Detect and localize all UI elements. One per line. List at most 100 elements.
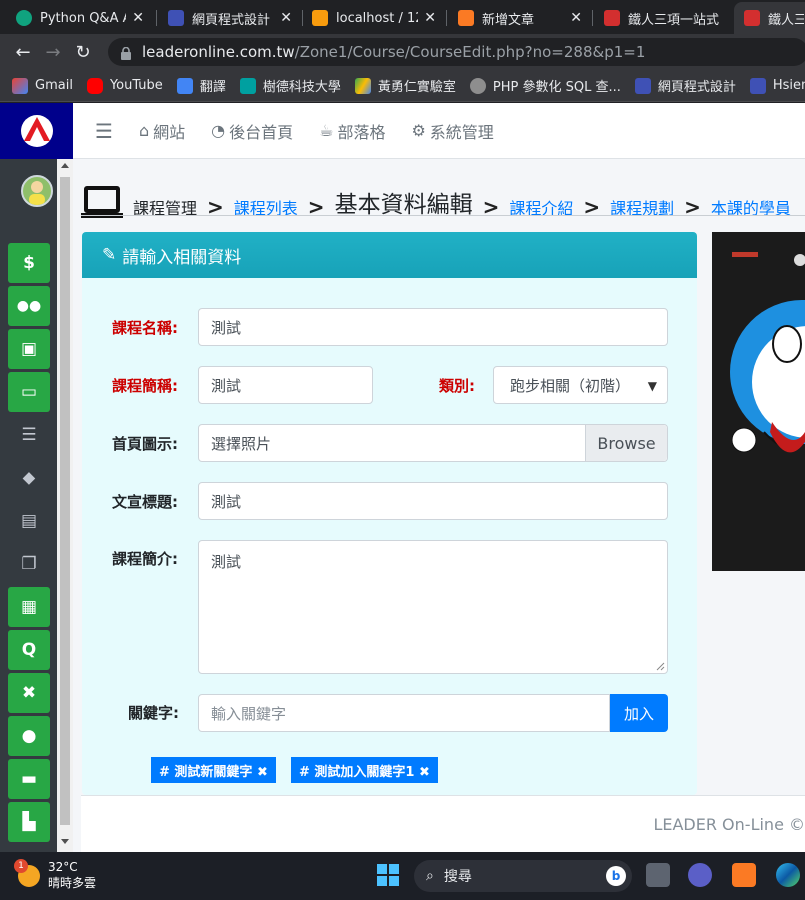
sidebar-item-money[interactable]: ▤ [8,501,50,541]
course-short-name-label: 課程簡稱: [112,377,178,395]
course-name-label: 課程名稱: [112,319,178,337]
sidebar-item-teachers[interactable]: ▣ [8,329,50,369]
weather-sun-icon: 1 [14,858,40,887]
tools-icon: ✖ [21,683,37,703]
nav-dashboard[interactable]: ◔ 後台首頁 [211,119,293,143]
resize-handle-icon[interactable] [655,661,665,671]
bookmark-label: 網頁程式設計 [657,80,736,95]
sidebar-item-courses[interactable]: ▭ [8,372,50,412]
bookmark-label: 黃勇仁實驗室 [377,80,456,95]
reload-icon[interactable]: ↻ [68,42,98,63]
bed-icon: ▙ [22,812,36,832]
tab-python-qa[interactable]: Python Q&A A ✕ [6,2,154,34]
nav-site[interactable]: ⌂ 網站 [139,119,185,143]
avatar[interactable] [21,175,53,207]
gmail-icon [12,77,28,94]
course-intro-textarea[interactable]: 測試 [198,540,668,674]
promo-title-input[interactable]: 測試 [198,482,668,520]
scroll-down-icon[interactable] [61,839,69,844]
sidebar-item-list[interactable]: ☰ [8,415,50,455]
tab-new-article[interactable]: 新增文章 ✕ [448,2,592,34]
forward-icon[interactable]: → [38,42,68,63]
keyword-tag[interactable]: # 測試新關鍵字 ✖ [151,757,276,783]
weather-widget[interactable]: 1 32°C 晴時多雲 [14,858,96,891]
teams-icon[interactable] [688,863,712,887]
scroll-up-icon[interactable] [61,163,69,168]
cogs-icon: ⚙ [411,121,426,140]
keyword-tag-label: # 測試新關鍵字 ✖ [159,764,268,780]
tab-triathlon-active[interactable]: 鐵人三 [734,2,805,34]
sidebar-item-tags[interactable]: ⬥ [8,458,50,498]
task-view-icon[interactable] [646,863,670,887]
close-icon[interactable]: ✕ [132,10,144,26]
footer-copyright: LEADER On-Line © [653,814,805,834]
bookmark-php-sql[interactable]: PHP 參數化 SQL 查... [469,76,621,95]
sidebar-item-qa[interactable]: Q [8,630,50,670]
tab-web-design[interactable]: 網頁程式設計 - ✕ [158,2,302,34]
sidebar-item-clone[interactable]: ❐ [8,544,50,584]
nav-system[interactable]: ⚙ 系統管理 [411,119,493,143]
bing-icon[interactable]: b [606,866,626,886]
site-logo[interactable] [0,103,73,159]
windows-start-icon[interactable] [376,863,400,887]
url-path: /Zone1/Course/CourseEdit.php?no=288&p1=1 [294,43,646,61]
scrollbar-thumb[interactable] [60,177,70,825]
breadcrumb: 課程管理 > 課程列表 > 基本資料編輯 > 課程介紹 > 課程規劃 > 本課的… [81,173,805,219]
course-short-name-input[interactable]: 測試 [198,366,373,404]
promo-title-label: 文宣標題: [112,493,178,511]
tab-triathlon[interactable]: 鐵人三項一站式 [594,2,734,34]
bookmark-hsien[interactable]: Hsien Wo [749,77,805,94]
sidebar-item-lodging[interactable]: ▙ [8,802,50,842]
sidebar-item-location[interactable]: ● [8,716,50,756]
tab-label: 鐵人三 [768,12,804,28]
keyword-input[interactable]: 輸入關鍵字 [198,694,610,732]
divider [81,215,805,216]
category-select[interactable]: 跑步相關（初階） ▼ [493,366,668,404]
keyword-tag[interactable]: # 測試加入關鍵字1 ✖ [291,757,438,783]
close-icon[interactable]: ✕ [424,10,436,26]
taskbar-search[interactable]: ⌕ 搜尋 b [414,860,632,892]
tab-label: 新增文章 [482,12,535,28]
edge-icon[interactable] [776,863,800,887]
windows-taskbar: 1 32°C 晴時多雲 ⌕ 搜尋 b [0,852,805,900]
image-file-input[interactable]: 選擇照片 Browse [198,424,668,462]
bookmark-stu[interactable]: 樹德科技大學 [239,76,341,95]
bookmark-web-design[interactable]: 網頁程式設計 [634,76,736,95]
sidebar-item-transport[interactable]: ▬ [8,759,50,799]
xampp-icon[interactable] [732,863,756,887]
users-icon: ●● [16,298,42,314]
card-header: ✎ 請輸入相關資料 [82,232,697,278]
sidebar-item-invoice[interactable]: $ [8,243,50,283]
nav-blog[interactable]: ☕ 部落格 [319,119,385,143]
page: ☰ ⌂ 網站 ◔ 後台首頁 ☕ 部落格 ⚙ 系統管理 $ ●● ▣ ▭ ☰ ⬥ … [0,103,805,852]
image-file-placeholder: 選擇照片 [211,434,272,453]
bookmark-label: Gmail [35,78,73,93]
hamburger-menu-icon[interactable]: ☰ [95,119,113,143]
clone-icon: ❐ [21,554,37,574]
address-bar[interactable]: leaderonline.com.tw/Zone1/Course/CourseE… [108,38,805,66]
browse-button[interactable]: Browse [585,425,667,461]
xampp-icon [458,10,474,26]
bookmarks-bar: Gmail YouTube 翻譯 樹德科技大學 黃勇仁實驗室 PHP 參數化 S… [0,70,805,102]
back-icon[interactable]: ← [8,42,38,63]
homepage-image-label: 首頁圖示: [112,435,178,453]
close-icon[interactable]: ✕ [280,10,292,26]
bookmark-label: 樹德科技大學 [262,80,341,95]
nav-label: 後台首頁 [229,122,294,142]
sidebar-item-tools[interactable]: ✖ [8,673,50,713]
tab-localhost[interactable]: localhost / 12 ✕ [302,2,446,34]
course-name-input[interactable]: 測試 [198,308,668,346]
list-icon: ☰ [21,425,37,445]
bookmark-gmail[interactable]: Gmail [12,77,73,94]
bookmark-translate[interactable]: 翻譯 [176,76,226,95]
sidebar-item-calendar[interactable]: ▦ [8,587,50,627]
card-title: 請輸入相關資料 [122,247,242,268]
sidebar-scrollbar[interactable] [57,159,73,852]
sidebar-item-users[interactable]: ●● [8,286,50,326]
add-keyword-button[interactable]: 加入 [610,694,668,732]
category-label: 類別: [439,377,475,395]
close-icon[interactable]: ✕ [570,10,582,26]
bookmark-youtube[interactable]: YouTube [86,77,163,94]
bookmark-lab[interactable]: 黃勇仁實驗室 [354,76,456,95]
nav-label: 部落格 [337,122,386,142]
